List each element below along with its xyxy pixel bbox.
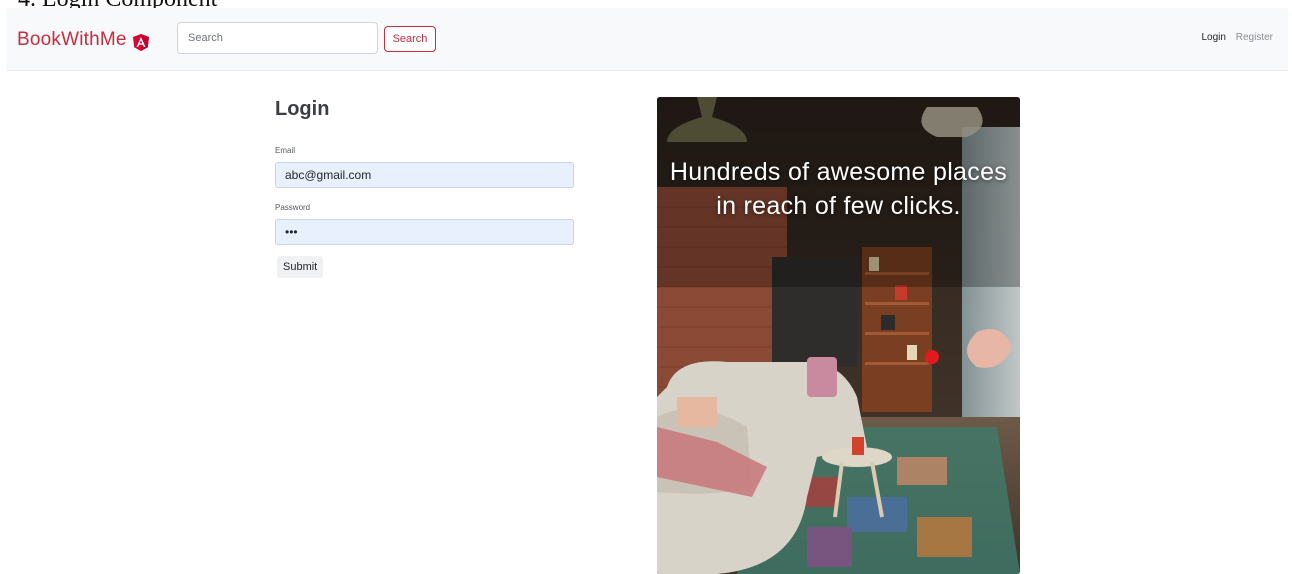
brand-link[interactable]: BookWithMe [17,28,149,51]
brand-name: BookWithMe [17,28,127,50]
register-link[interactable]: Register [1236,32,1273,43]
search-button[interactable]: Search [384,26,436,52]
email-label: Email [275,146,296,155]
email-field[interactable] [275,162,574,188]
hero-tagline: Hundreds of awesome places in reach of f… [669,158,1008,220]
hero-image: Hundreds of awesome places in reach of f… [657,97,1020,574]
search-input[interactable] [177,22,378,54]
password-label: Password [275,203,311,212]
login-title: Login [275,98,330,120]
login-link[interactable]: Login [1202,32,1226,43]
navbar: BookWithMe Search Login Register [6,8,1288,71]
submit-button[interactable]: Submit [277,256,324,278]
nav-links: Login Register [1195,32,1274,43]
password-field[interactable] [275,219,574,245]
angular-logo-icon [132,34,149,51]
